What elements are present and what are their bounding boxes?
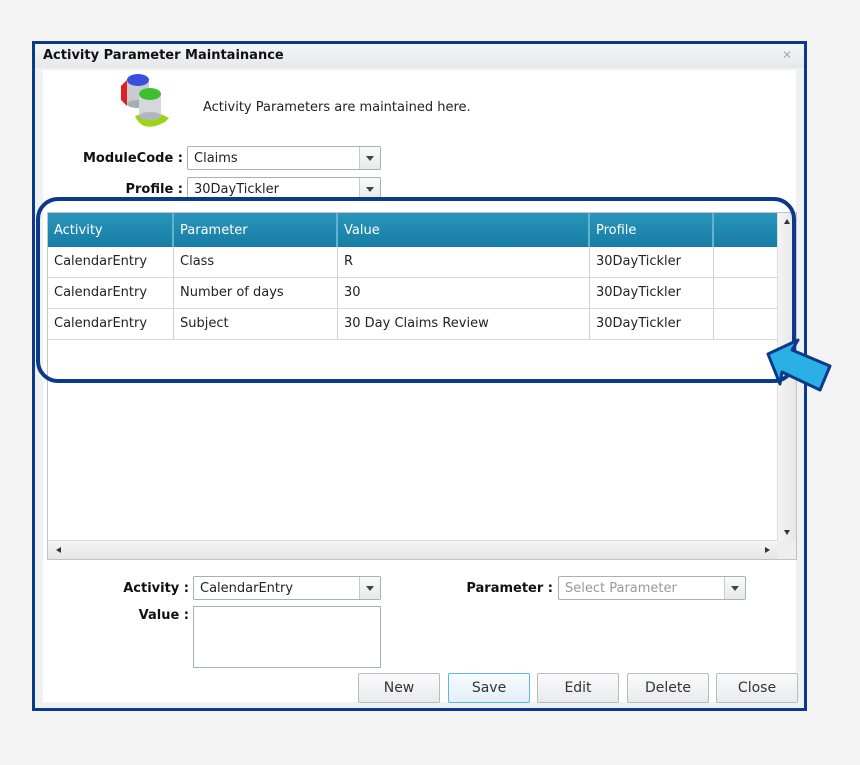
activity-parameter-dialog: Activity Parameter Maintainance ✕ Activi… [32,41,807,711]
edit-button[interactable]: Edit [537,673,619,703]
profile-value: 30DayTickler [194,182,279,197]
column-header-value[interactable]: Value [338,213,590,247]
table-row[interactable]: CalendarEntry Class R 30DayTickler [48,247,778,278]
profile-label: Profile : [125,182,183,197]
scroll-right-icon[interactable] [765,547,770,553]
scroll-left-icon[interactable] [56,547,61,553]
save-button[interactable]: Save [448,673,530,703]
delete-button[interactable]: Delete [627,673,709,703]
intro-text: Activity Parameters are maintained here. [203,100,471,115]
value-textarea[interactable] [193,606,381,668]
scroll-down-icon[interactable] [784,530,790,535]
table-row[interactable]: CalendarEntry Number of days 30 30DayTic… [48,278,778,309]
close-x-icon[interactable]: ✕ [780,48,794,62]
cell-parameter: Number of days [174,278,338,308]
parameter-label: Parameter : [466,581,553,596]
cell-activity: CalendarEntry [48,278,174,308]
grid-header: Activity Parameter Value Profile [48,213,778,247]
pointer-arrow-icon [766,338,832,392]
chevron-down-icon[interactable] [359,577,380,599]
scroll-corner [778,541,796,559]
module-code-dropdown[interactable]: Claims [187,146,381,170]
column-header-activity[interactable]: Activity [48,213,174,247]
scroll-up-icon[interactable] [784,219,790,224]
title-bar: Activity Parameter Maintainance ✕ [35,44,804,68]
column-header-parameter[interactable]: Parameter [174,213,338,247]
cell-parameter: Subject [174,309,338,339]
chevron-down-icon[interactable] [359,178,380,200]
cell-value: 30 [338,278,590,308]
parameter-placeholder: Select Parameter [565,581,677,596]
module-code-value: Claims [194,151,238,166]
cell-profile: 30DayTickler [590,309,714,339]
parameter-dropdown[interactable]: Select Parameter [558,576,746,600]
chevron-down-icon[interactable] [359,147,380,169]
horizontal-scrollbar[interactable] [48,540,778,559]
value-label: Value : [138,608,189,623]
close-button[interactable]: Close [716,673,798,703]
profile-dropdown[interactable]: 30DayTickler [187,177,381,201]
activity-value: CalendarEntry [200,581,294,596]
cell-value: 30 Day Claims Review [338,309,590,339]
activity-label: Activity : [123,581,189,596]
window-title: Activity Parameter Maintainance [43,48,284,63]
cell-activity: CalendarEntry [48,309,174,339]
cell-profile: 30DayTickler [590,247,714,277]
cell-activity: CalendarEntry [48,247,174,277]
cell-extra [714,247,778,277]
cell-extra [714,309,778,339]
database-cylinders-icon [121,74,169,127]
chevron-down-icon[interactable] [724,577,745,599]
cell-profile: 30DayTickler [590,278,714,308]
new-button[interactable]: New [358,673,440,703]
parameters-grid: Activity Parameter Value Profile Calenda… [47,212,797,560]
cell-extra [714,278,778,308]
cell-parameter: Class [174,247,338,277]
column-header-extra[interactable] [714,213,778,247]
table-row[interactable]: CalendarEntry Subject 30 Day Claims Revi… [48,309,778,340]
module-code-label: ModuleCode : [82,151,183,166]
column-header-profile[interactable]: Profile [590,213,714,247]
activity-dropdown[interactable]: CalendarEntry [193,576,381,600]
cell-value: R [338,247,590,277]
dialog-content: Activity Parameters are maintained here.… [43,70,798,703]
